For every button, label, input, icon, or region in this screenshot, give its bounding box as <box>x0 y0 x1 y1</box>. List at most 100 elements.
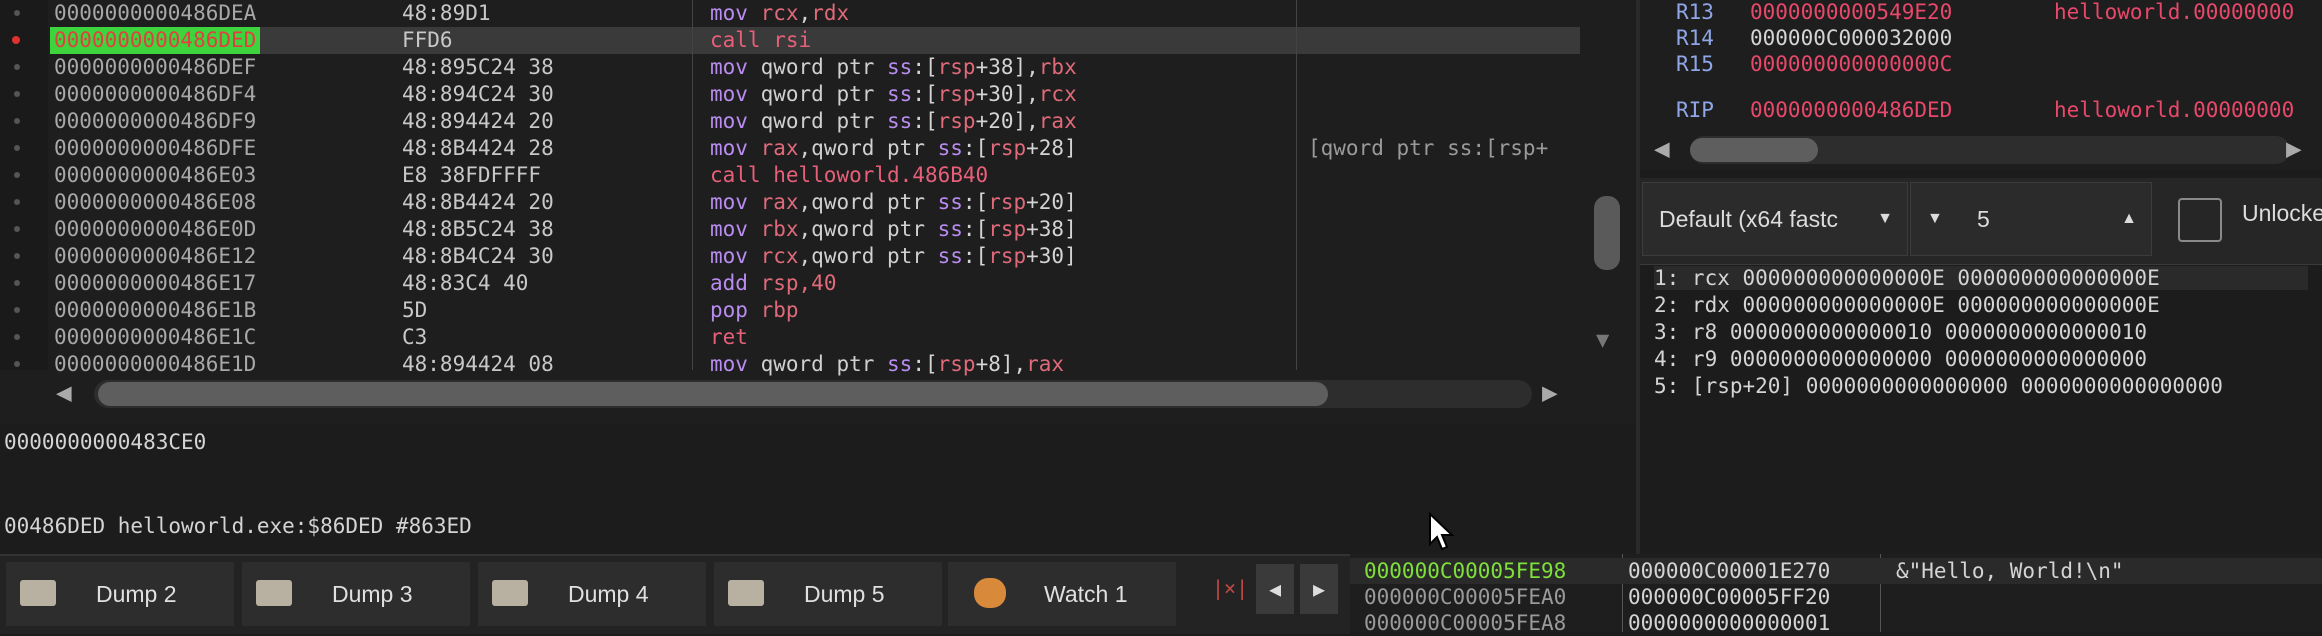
operand: :[ <box>962 217 989 241</box>
mnemonic: call <box>710 28 761 52</box>
scroll-right-icon[interactable]: ▶ <box>1542 378 1558 408</box>
operand: ss <box>937 217 963 241</box>
breakpoint-slot-icon[interactable] <box>14 334 20 340</box>
instruction-address: 0000000000486E1D <box>54 352 257 376</box>
disassembly-row[interactable]: 0000000000486E08 48:8B4424 20 mov rax,qwor… <box>50 189 1580 216</box>
register-name: R13 <box>1676 0 1714 24</box>
scroll-down-icon[interactable]: ▼ <box>1596 328 1609 353</box>
operand: ,qword ptr <box>798 244 938 268</box>
stack-row[interactable]: 000000C00005FEA0 000000C00005FF20 <box>1350 584 2322 610</box>
mnemonic: mov <box>710 217 748 241</box>
breakpoint-gutter[interactable] <box>0 0 48 370</box>
operand: qword ptr <box>760 352 888 376</box>
tab-dump-3[interactable]: Dump 3 <box>242 562 470 626</box>
stack-address: 000000C00005FEA8 <box>1364 611 1567 635</box>
scroll-left-icon[interactable]: ◀ <box>1654 134 1670 164</box>
instruction-bytes: 48:895C24 38 <box>402 55 554 79</box>
argument-count-value: 5 <box>1977 206 1990 232</box>
stack-row[interactable]: 000000C00005FEA8 0000000000000001 <box>1350 610 2322 636</box>
breakpoint-slot-icon[interactable] <box>14 145 20 151</box>
argument-row[interactable]: 1: rcx 000000000000000E 000000000000000E <box>1654 266 2308 290</box>
breakpoint-slot-icon[interactable] <box>14 10 20 16</box>
disassembly-panel[interactable]: 0000000000486DEA 48:89D1 mov rcx,rdx 000000… <box>0 0 1636 426</box>
arguments-list[interactable]: 1: rcx 000000000000000E 000000000000000E… <box>1640 266 2322 406</box>
spinner-up-icon[interactable]: ▲ <box>2121 183 2137 255</box>
breakpoint-slot-icon[interactable] <box>14 172 20 178</box>
disassembly-row[interactable]: 0000000000486E1D 48:894424 08 mov qword pt… <box>50 351 1580 378</box>
tab-prev-button[interactable]: ◀ <box>1256 564 1294 614</box>
tab-dump-5[interactable]: Dump 5 <box>714 562 942 626</box>
vertical-scrollbar-thumb[interactable] <box>1594 196 1620 270</box>
tab-dump-2[interactable]: Dump 2 <box>6 562 234 626</box>
breakpoint-slot-icon[interactable] <box>14 64 20 70</box>
disassembly-row[interactable]: 0000000000486E1C C3 ret <box>50 324 1580 351</box>
instruction-text: ret <box>710 324 748 351</box>
bottom-tab-bar: Dump 2 Dump 3 Dump 4 Dump 5 Watch 1 |×| <box>0 554 1350 634</box>
dump-icon <box>256 580 292 606</box>
tab-dump-4[interactable]: Dump 4 <box>478 562 706 626</box>
registers-scrollbar-thumb[interactable] <box>1690 138 1818 162</box>
breakpoint-slot-icon[interactable] <box>14 280 20 286</box>
spinner-down-icon[interactable]: ▼ <box>1927 183 1943 255</box>
disassembly-row[interactable]: 0000000000486DEF 48:895C24 38 mov qword pt… <box>50 54 1580 81</box>
vertical-scrollbar[interactable] <box>1590 0 1624 330</box>
breakpoint-slot-icon[interactable] <box>14 307 20 313</box>
breakpoint-icon[interactable] <box>12 36 20 44</box>
disassembly-row[interactable]: 0000000000486DED FFD6 call rsi <box>50 27 1580 54</box>
breakpoint-slot-icon[interactable] <box>14 253 20 259</box>
register-name: RIP <box>1676 98 1714 122</box>
disassembly-row[interactable]: 0000000000486DF9 48:894424 20 mov qword pt… <box>50 108 1580 135</box>
argument-count-spinner[interactable]: ▼ 5 ▲ <box>1910 182 2152 256</box>
operand: rsp <box>760 271 799 295</box>
disassembly-row[interactable]: 0000000000486E0D 48:8B5C24 38 mov rbx,qwor… <box>50 216 1580 243</box>
disassembly-row[interactable]: 0000000000486DEA 48:89D1 mov rcx,rdx <box>50 0 1580 27</box>
register-value[interactable]: 0000000000486DED <box>1750 98 1952 122</box>
argument-row[interactable]: 5: [rsp+20] 0000000000000000 00000000000… <box>1654 374 2223 398</box>
instruction-address: 0000000000486E08 <box>54 190 257 214</box>
instruction-address: 0000000000486E0D <box>54 217 257 241</box>
mnemonic: mov <box>710 55 748 79</box>
instruction-text: mov rbx,qword ptr ss:[rsp+38] <box>710 216 1077 243</box>
disassembly-row[interactable]: 0000000000486DFE 48:8B4424 28 mov rax,qwor… <box>50 135 1580 162</box>
register-value[interactable]: 0000000000549E20 <box>1750 0 1952 24</box>
register-value[interactable]: 000000C000032000 <box>1750 26 1952 50</box>
disassembly-row[interactable]: 0000000000486E12 48:8B4C24 30 mov rcx,qwor… <box>50 243 1580 270</box>
argument-row[interactable]: 3: r8 0000000000000010 0000000000000010 <box>1654 320 2147 344</box>
breakpoint-slot-icon[interactable] <box>14 91 20 97</box>
log-line: 00486DED helloworld.exe:$86DED #863ED <box>4 514 472 538</box>
instruction-bytes: 48:894424 20 <box>402 109 554 133</box>
stack-row[interactable]: 000000C00005FE98 000000C00001E270 &"Hello,… <box>1350 558 2322 584</box>
disassembly-row[interactable]: 0000000000486E03 E8 38FDFFFF call hellowor… <box>50 162 1580 189</box>
instruction-bytes: 5D <box>402 298 428 322</box>
scroll-left-icon[interactable]: ◀ <box>56 378 72 408</box>
breakpoint-slot-icon[interactable] <box>14 199 20 205</box>
calling-convention-select[interactable]: Default (x64 fastc ▼ <box>1642 182 1908 256</box>
horizontal-scrollbar-thumb[interactable] <box>98 382 1328 406</box>
instruction-text: mov rax,qword ptr ss:[rsp+20] <box>710 189 1077 216</box>
breakpoint-slot-icon[interactable] <box>14 226 20 232</box>
tab-watch-1[interactable]: Watch 1 <box>948 562 1176 626</box>
breakpoint-slot-icon[interactable] <box>14 361 20 367</box>
tab-next-button[interactable]: ▶ <box>1300 564 1338 614</box>
register-value[interactable]: 000000000000000C <box>1750 52 1952 76</box>
disassembly-row[interactable]: 0000000000486DF4 48:894C24 30 mov qword pt… <box>50 81 1580 108</box>
instruction-bytes: 48:8B5C24 38 <box>402 217 554 241</box>
mnemonic: mov <box>710 109 748 133</box>
mnemonic: pop <box>710 298 748 322</box>
unlock-checkbox[interactable] <box>2178 198 2222 242</box>
mnemonic: mov <box>710 136 748 160</box>
breakpoint-slot-icon[interactable] <box>14 118 20 124</box>
instruction-bytes: 48:83C4 40 <box>402 271 529 295</box>
instruction-text: pop rbp <box>710 297 799 324</box>
argument-row[interactable]: 2: rdx 000000000000000E 000000000000000E <box>1654 293 2160 317</box>
disassembly-row[interactable]: 0000000000486E1B 5D pop rbp <box>50 297 1580 324</box>
disassembly-row[interactable]: 0000000000486E17 48:83C4 40 add rsp,40 <box>50 270 1580 297</box>
instruction-address: 0000000000486E12 <box>54 244 257 268</box>
scroll-right-icon[interactable]: ▶ <box>2286 134 2302 164</box>
register-name: R15 <box>1676 52 1714 76</box>
argument-row[interactable]: 4: r9 0000000000000000 0000000000000000 <box>1654 347 2147 371</box>
dump-icon <box>728 580 764 606</box>
operand: rsp <box>988 136 1027 160</box>
tab-label: Dump 5 <box>804 581 885 607</box>
stack-panel[interactable]: 000000C00005FE98 000000C00001E270 &"Hello,… <box>1350 554 2322 635</box>
